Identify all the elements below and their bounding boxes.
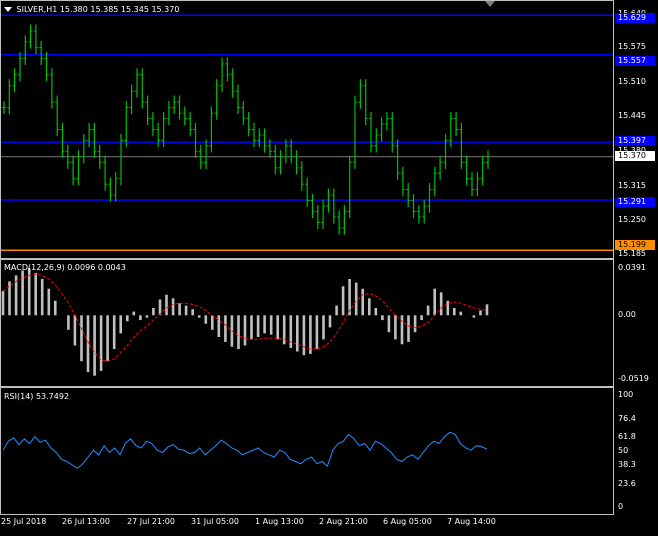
triangle-down-icon[interactable] (4, 7, 12, 12)
ohlc-label: 15.380 15.385 15.345 15.370 (59, 5, 180, 14)
price-axis-tick: 15.510 (618, 77, 646, 86)
level-price-tag[interactable]: 15.291 (615, 197, 655, 207)
rsi-axis-tick: 0 (618, 502, 624, 511)
macd-label: MACD(12,26,9) 0.0096 0.0043 (4, 263, 126, 272)
rsi-axis-tick: 23.6 (618, 479, 636, 488)
rsi-line (2, 431, 488, 469)
rsi-label: RSI(14) 53.7492 (4, 392, 70, 401)
rsi-canvas (2, 431, 488, 469)
chart-symbol-header[interactable]: SILVER,H1 15.380 15.385 15.345 15.370 (4, 5, 179, 15)
time-axis-label: 25 Jul 2018 (1, 517, 47, 526)
support-price-tag[interactable]: 15.199 (615, 240, 655, 250)
current-price-tag: 15.370 (615, 151, 655, 161)
rsi-axis-tick: 61.8 (618, 432, 636, 441)
price-axis-tick: 15.445 (618, 111, 646, 120)
macd-indicator-pane[interactable]: MACD(12,26,9) 0.0096 0.0043 (0, 259, 614, 387)
time-axis-label: 7 Aug 14:00 (447, 517, 496, 526)
macd-axis-tick: -0.0519 (618, 374, 649, 383)
rsi-axis-tick: 38.3 (618, 460, 636, 469)
macd-axis-tick: 0.00 (618, 310, 636, 319)
time-axis-label: 6 Aug 05:00 (383, 517, 432, 526)
time-axis-label: 1 Aug 13:00 (255, 517, 304, 526)
rsi-axis-tick: 100 (618, 390, 634, 399)
macd-canvas (1, 268, 489, 376)
time-axis-label: 2 Aug 21:00 (319, 517, 368, 526)
rsi-indicator-pane[interactable]: RSI(14) 53.7492 (0, 387, 614, 515)
time-axis-label: 26 Jul 13:00 (62, 517, 110, 526)
price-axis-tick: 15.250 (618, 215, 646, 224)
macd-axis-tick: 0.0391 (618, 263, 646, 272)
symbol-label: SILVER,H1 (16, 5, 58, 14)
price-axis-tick: 15.315 (618, 181, 646, 190)
price-chart-canvas[interactable] (1, 1, 613, 258)
time-axis-label: 27 Jul 21:00 (127, 517, 175, 526)
level-price-tag[interactable]: 15.557 (615, 56, 655, 66)
price-axis-tick: 15.575 (618, 42, 646, 51)
price-axis-tick: 15.185 (618, 249, 646, 258)
price-chart-pane[interactable]: SILVER,H1 15.380 15.385 15.345 15.370 (0, 0, 614, 259)
level-price-tag[interactable]: 15.397 (615, 136, 655, 146)
shift-marker-icon[interactable] (485, 1, 495, 7)
time-axis-label: 31 Jul 05:00 (191, 517, 239, 526)
rsi-axis-tick: 50 (618, 446, 629, 455)
rsi-axis-tick: 76.4 (618, 414, 636, 423)
level-price-tag[interactable]: 15.629 (615, 13, 655, 23)
